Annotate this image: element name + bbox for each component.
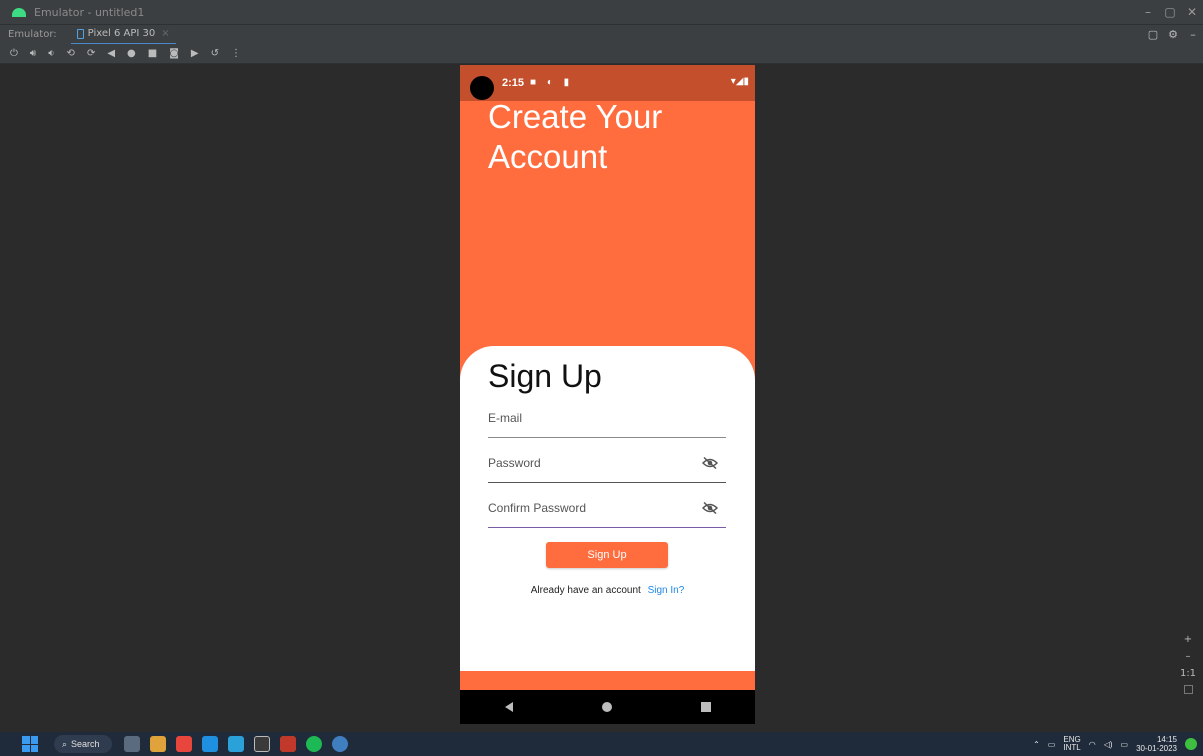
spotify-icon[interactable] <box>306 736 322 752</box>
gear-icon[interactable]: ⚙ <box>1163 28 1183 41</box>
app-l-icon[interactable] <box>228 736 244 752</box>
system-icons: ▾◢▮ <box>730 76 749 87</box>
confirm-password-placeholder: Confirm Password <box>488 501 587 515</box>
search-label: Search <box>71 739 100 749</box>
chevron-up-icon[interactable]: ⌃ <box>1033 740 1040 749</box>
window-titlebar: Emulator - untitled1 – ▢ ✕ <box>0 0 1203 24</box>
language-indicator[interactable]: ENG INTL <box>1063 736 1080 752</box>
snapshot-icon[interactable]: ↺ <box>211 48 219 59</box>
zoom-controls: + – 1:1 <box>1179 634 1197 694</box>
edge-icon[interactable] <box>202 736 218 752</box>
clock-date: 30-01-2023 <box>1136 744 1177 753</box>
emulator-toolbar: ⏻ 🔊︎ 🔉︎ ⟲ ⟳ ◀ ● ■ ◙ ▶ ↺ ⋮ <box>0 44 1203 64</box>
taskbar-clock[interactable]: 14:15 30-01-2023 <box>1136 735 1177 753</box>
headline-line-2: Account <box>488 138 608 175</box>
device-screen: 2:15 ■ ◐ ▮ ▾◢▮ Create Your Account Sign … <box>460 65 755 724</box>
windows-start-icon[interactable] <box>22 736 38 752</box>
signup-button[interactable]: Sign Up <box>546 542 668 568</box>
search-icon: ⌕ <box>62 738 68 749</box>
android-status-bar: 2:15 ■ ◐ ▮ ▾◢▮ <box>460 65 755 101</box>
windows-taskbar: ⌕ Search ⌃ ▭ ENG INTL ◠ ◁) ▭ 14:15 30-01… <box>0 732 1203 756</box>
panel-controls: ▢ ⚙ – <box>1143 28 1203 41</box>
signup-card: Sign Up E-mail Password Confirm Password… <box>460 346 755 671</box>
back-icon[interactable]: ◀ <box>107 48 115 59</box>
home-icon[interactable]: ● <box>127 48 136 59</box>
password-field[interactable]: Password <box>488 447 726 483</box>
zoom-in-button[interactable]: + <box>1184 634 1192 645</box>
maximize-button[interactable]: ▢ <box>1159 0 1181 24</box>
wifi-icon[interactable]: ◠ <box>1089 740 1096 749</box>
page-headline: Create Your Account <box>488 97 662 177</box>
android-studio-icon[interactable] <box>332 736 348 752</box>
android-icon <box>12 7 26 17</box>
clock-time: 14:15 <box>1156 735 1177 744</box>
minimize-button[interactable]: – <box>1137 0 1159 24</box>
tab-label: Pixel 6 API 30 <box>87 28 156 39</box>
nav-home-icon[interactable] <box>601 702 612 712</box>
tab-pixel-6-api-30[interactable]: Pixel 6 API 30 × <box>70 25 176 45</box>
rotate-right-icon[interactable]: ⟳ <box>87 48 95 59</box>
emulator-tab-row: Emulator: Pixel 6 API 30 × ▢ ⚙ – <box>0 24 1203 45</box>
visibility-off-icon[interactable] <box>702 457 718 469</box>
app-red-icon[interactable] <box>280 736 296 752</box>
taskbar-apps <box>124 736 348 752</box>
headline-line-1: Create Your <box>488 98 663 135</box>
lang-bottom: INTL <box>1063 743 1081 752</box>
signup-title: Sign Up <box>488 358 602 394</box>
password-placeholder: Password <box>488 456 541 470</box>
emulator-label: Emulator: <box>8 29 57 40</box>
volume-down-icon[interactable]: 🔉︎ <box>48 48 54 59</box>
status-time: 2:15 <box>502 77 525 89</box>
already-have-account-text: Already have an account <box>530 585 641 596</box>
email-field[interactable]: E-mail <box>488 402 726 438</box>
keyboard-icon[interactable]: ▭ <box>1048 740 1056 749</box>
battery-icon[interactable]: ▭ <box>1121 740 1129 749</box>
nav-back-icon[interactable] <box>504 702 513 712</box>
signin-prompt: Already have an account Sign In? <box>460 585 755 596</box>
window-title: Emulator - untitled1 <box>34 5 145 19</box>
screenshot-icon[interactable]: ◙ <box>169 48 179 59</box>
volume-up-icon[interactable]: 🔊︎ <box>30 48 36 59</box>
notification-icons: ■ ◐ ▮ <box>530 77 574 88</box>
email-placeholder: E-mail <box>488 411 523 425</box>
hide-icon[interactable]: – <box>1183 28 1203 41</box>
confirm-password-field[interactable]: Confirm Password <box>488 492 726 528</box>
signin-link[interactable]: Sign In? <box>648 585 685 596</box>
zoom-ratio-button[interactable]: 1:1 <box>1180 668 1196 679</box>
overview-icon[interactable]: ■ <box>148 48 157 59</box>
notification-badge-icon[interactable] <box>1185 738 1197 750</box>
fit-screen-icon[interactable] <box>1183 685 1193 694</box>
device-icon <box>76 28 84 39</box>
layout-icon[interactable]: ▢ <box>1143 28 1163 41</box>
tab-close-icon[interactable]: × <box>161 28 169 39</box>
window-controls: – ▢ ✕ <box>1137 0 1203 24</box>
app-dark-icon[interactable] <box>254 736 270 752</box>
system-tray: ⌃ ▭ ENG INTL ◠ ◁) ▭ 14:15 30-01-2023 <box>1033 732 1197 756</box>
record-icon[interactable]: ▶ <box>191 48 199 59</box>
nav-recents-icon[interactable] <box>700 702 711 712</box>
power-icon[interactable]: ⏻ <box>10 48 18 59</box>
android-nav-bar <box>460 690 755 724</box>
close-button[interactable]: ✕ <box>1181 0 1203 24</box>
task-view-icon[interactable] <box>124 736 140 752</box>
taskbar-search[interactable]: ⌕ Search <box>54 735 112 753</box>
zoom-out-button[interactable]: – <box>1186 651 1191 662</box>
speaker-icon[interactable]: ◁) <box>1104 740 1113 749</box>
visibility-off-icon[interactable] <box>702 502 718 514</box>
rotate-left-icon[interactable]: ⟲ <box>67 48 75 59</box>
chrome-icon[interactable] <box>176 736 192 752</box>
weather-icon[interactable] <box>150 736 166 752</box>
more-icon[interactable]: ⋮ <box>231 48 241 59</box>
